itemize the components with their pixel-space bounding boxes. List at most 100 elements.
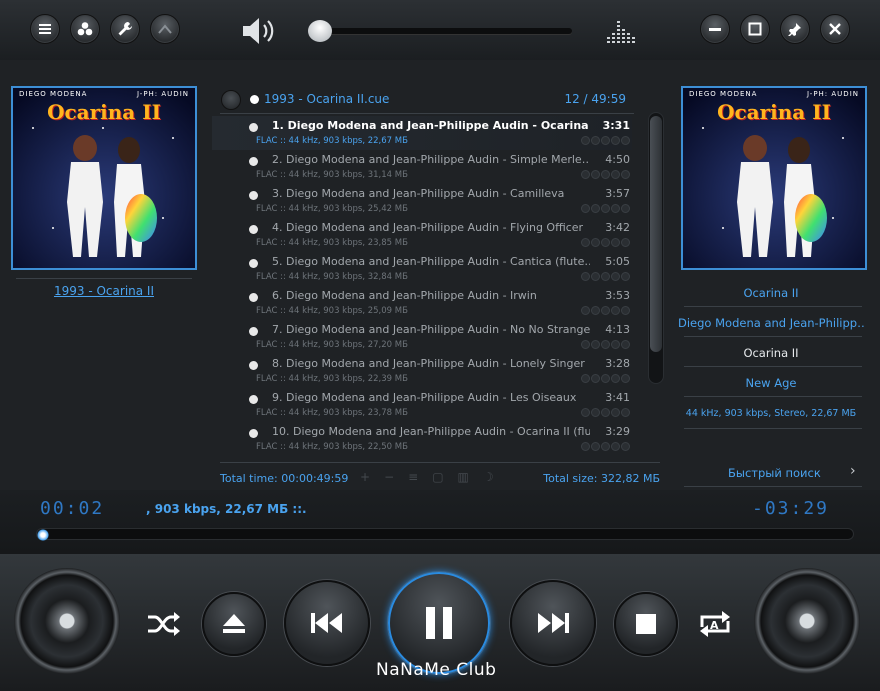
rating-dot-icon[interactable]	[611, 306, 620, 315]
track-row[interactable]: 6. Diego Modena and Jean-Philippe Audin …	[212, 286, 632, 320]
album-cover-right[interactable]: DIEGO MODENA J-PH: AUDIN Ocarina II	[681, 86, 867, 270]
eject-button[interactable]	[202, 592, 266, 656]
info-album[interactable]: Ocarina II	[678, 286, 864, 300]
remove-icon[interactable]: −	[384, 470, 394, 484]
add-icon[interactable]: +	[360, 470, 370, 484]
rating-dot-icon[interactable]	[591, 204, 600, 213]
rating-dot-icon[interactable]	[611, 238, 620, 247]
rating-dot-icon[interactable]	[591, 306, 600, 315]
track-row[interactable]: 2. Diego Modena and Jean-Philippe Audin …	[212, 150, 632, 184]
shuffle-button[interactable]	[144, 606, 184, 642]
rating-dot-icon[interactable]	[601, 306, 610, 315]
track-row[interactable]: 3. Diego Modena and Jean-Philippe Audin …	[212, 184, 632, 218]
quick-search-link[interactable]: Быстрый поиск	[728, 466, 821, 480]
track-row[interactable]: 4. Diego Modena and Jean-Philippe Audin …	[212, 218, 632, 252]
next-button[interactable]	[510, 580, 596, 666]
rating-dot-icon[interactable]	[611, 408, 620, 417]
rating-dot-icon[interactable]	[621, 306, 630, 315]
album-link[interactable]: 1993 - Ocarina II	[11, 284, 197, 298]
select-icon[interactable]: ▢	[432, 470, 443, 484]
rating-dot-icon[interactable]	[611, 340, 620, 349]
rating-dot-icon[interactable]	[581, 272, 590, 281]
rating-dot-icon[interactable]	[591, 374, 600, 383]
remaining-time[interactable]: -03:29	[752, 498, 829, 519]
rating-dot-icon[interactable]	[611, 374, 620, 383]
rating-dot-icon[interactable]	[591, 136, 600, 145]
track-row[interactable]: 8. Diego Modena and Jean-Philippe Audin …	[212, 354, 632, 388]
rating-dot-icon[interactable]	[581, 408, 590, 417]
rating-dot-icon[interactable]	[591, 238, 600, 247]
track-rating[interactable]	[581, 136, 630, 145]
track-row[interactable]: 7. Diego Modena and Jean-Philippe Audin …	[212, 320, 632, 354]
rating-dot-icon[interactable]	[601, 204, 610, 213]
rating-dot-icon[interactable]	[591, 272, 600, 281]
rating-dot-icon[interactable]	[591, 340, 600, 349]
rating-dot-icon[interactable]	[621, 204, 630, 213]
info-artist[interactable]: Diego Modena and Jean-Philipp…	[678, 316, 864, 330]
rating-dot-icon[interactable]	[611, 136, 620, 145]
repeat-button[interactable]: A	[694, 604, 736, 644]
settings-button[interactable]	[110, 14, 140, 44]
rating-dot-icon[interactable]	[611, 442, 620, 451]
rating-dot-icon[interactable]	[581, 136, 590, 145]
rating-dot-icon[interactable]	[601, 272, 610, 281]
chevron-right-icon[interactable]: ›	[850, 463, 856, 479]
rating-dot-icon[interactable]	[581, 374, 590, 383]
rating-dot-icon[interactable]	[581, 204, 590, 213]
info-genre[interactable]: New Age	[678, 376, 864, 390]
rating-dot-icon[interactable]	[601, 340, 610, 349]
grid-icon[interactable]: ▥	[458, 470, 469, 484]
moon-icon[interactable]: ☽	[483, 470, 494, 484]
stop-button[interactable]	[614, 592, 678, 656]
rating-dot-icon[interactable]	[581, 238, 590, 247]
track-rating[interactable]	[581, 442, 630, 451]
collapse-button[interactable]	[150, 14, 180, 44]
rating-dot-icon[interactable]	[601, 238, 610, 247]
skins-button[interactable]	[70, 14, 100, 44]
previous-button[interactable]	[284, 580, 370, 666]
playlist-name[interactable]: 1993 - Ocarina II.cue	[264, 92, 389, 106]
rating-dot-icon[interactable]	[601, 374, 610, 383]
track-rating[interactable]	[581, 306, 630, 315]
rating-dot-icon[interactable]	[611, 272, 620, 281]
playlist-scroll-thumb[interactable]	[650, 116, 662, 352]
rating-dot-icon[interactable]	[621, 442, 630, 451]
rating-dot-icon[interactable]	[591, 442, 600, 451]
rating-dot-icon[interactable]	[621, 238, 630, 247]
menu-button[interactable]	[30, 14, 60, 44]
track-row[interactable]: 5. Diego Modena and Jean-Philippe Audin …	[212, 252, 632, 286]
pause-button[interactable]	[388, 572, 490, 674]
seek-bar[interactable]	[36, 528, 854, 540]
speaker-icon[interactable]	[240, 16, 276, 46]
equalizer-icon[interactable]	[605, 17, 637, 45]
volume-knob[interactable]	[308, 20, 332, 42]
track-rating[interactable]	[581, 374, 630, 383]
rating-dot-icon[interactable]	[581, 306, 590, 315]
minimize-button[interactable]	[700, 14, 730, 44]
rating-dot-icon[interactable]	[591, 170, 600, 179]
track-rating[interactable]	[581, 204, 630, 213]
list-icon[interactable]: ≡	[408, 470, 418, 484]
rating-dot-icon[interactable]	[591, 408, 600, 417]
close-button[interactable]	[820, 14, 850, 44]
rating-dot-icon[interactable]	[621, 170, 630, 179]
rating-dot-icon[interactable]	[601, 136, 610, 145]
rating-dot-icon[interactable]	[611, 170, 620, 179]
rating-dot-icon[interactable]	[621, 272, 630, 281]
track-rating[interactable]	[581, 272, 630, 281]
rating-dot-icon[interactable]	[621, 136, 630, 145]
rating-dot-icon[interactable]	[611, 204, 620, 213]
track-rating[interactable]	[581, 170, 630, 179]
rating-dot-icon[interactable]	[601, 408, 610, 417]
rating-dot-icon[interactable]	[621, 374, 630, 383]
track-rating[interactable]	[581, 340, 630, 349]
volume-slider[interactable]	[312, 28, 572, 34]
track-rating[interactable]	[581, 408, 630, 417]
track-rating[interactable]	[581, 238, 630, 247]
rating-dot-icon[interactable]	[581, 340, 590, 349]
playlist-menu-button[interactable]	[221, 90, 241, 110]
maximize-button[interactable]	[740, 14, 770, 44]
pin-button[interactable]	[780, 14, 810, 44]
rating-dot-icon[interactable]	[581, 170, 590, 179]
rating-dot-icon[interactable]	[601, 170, 610, 179]
